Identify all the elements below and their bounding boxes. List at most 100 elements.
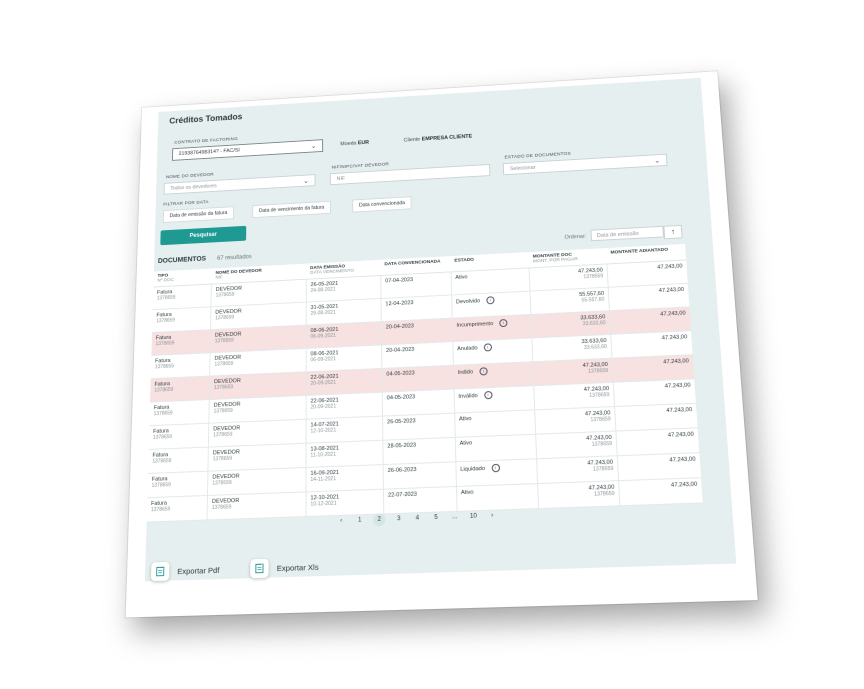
order-select[interactable]: Data de emissão (590, 225, 665, 242)
due-value: 12-10-2021 (310, 427, 337, 435)
adv-value: 47.243,00 (670, 481, 698, 489)
pending-value: 1378659 (589, 392, 610, 399)
cell-emit: 14-07-2021 12-10-2021 (306, 416, 383, 444)
debtor-label: NOME DO DEVEDOR (165, 172, 214, 181)
adv-value: 47.243,00 (658, 286, 685, 295)
chevron-right-icon[interactable]: › (487, 513, 498, 520)
chevron-left-icon[interactable]: ‹ (336, 518, 346, 525)
info-icon[interactable]: i (486, 296, 495, 305)
cell-amount: 33.633,60 33.633,60 (532, 334, 613, 362)
chevron-down-icon: ⌄ (303, 177, 309, 185)
state-value: Anulado (457, 345, 478, 353)
chip-conventioned-date[interactable]: Data convencionada (352, 196, 412, 213)
page-3[interactable]: 3 (394, 516, 404, 523)
state-value: Ativo (459, 440, 473, 447)
cell-type: Fatura 1378659 (151, 329, 211, 356)
pending-value: 33.633,60 (583, 343, 608, 351)
doc-value: 1378659 (155, 340, 175, 348)
cell-amount: 47.243,00 1378659 (537, 480, 621, 509)
page-title: Créditos Tomados (169, 111, 243, 126)
cell-state: Ativo (456, 483, 539, 512)
documents-count: 67 resultados (217, 254, 252, 262)
doc-value: 1378659 (156, 294, 176, 302)
conv-value: 20-04-2023 (386, 346, 415, 354)
chip-emission-date[interactable]: Data de emissão da fatura (162, 206, 235, 224)
adv-value: 47.243,00 (669, 456, 696, 464)
cell-conv: 20-04-2023 (381, 318, 453, 345)
due-value: 14-11-2021 (310, 476, 337, 484)
state-value: Indido (457, 369, 474, 376)
cell-adv: 47.243,00 (616, 427, 700, 456)
page-ellipsis: ... (451, 513, 458, 521)
cell-emit: 12-10-2021 10-12-2021 (305, 489, 384, 517)
currency-info: Moeda EUR (340, 140, 369, 147)
doc-value: 1378659 (150, 506, 171, 514)
info-icon[interactable]: i (483, 343, 492, 352)
client-label: Cliente (403, 136, 421, 144)
client-info: Cliente EMPRESA CLIENTE (404, 134, 473, 144)
due-value: 10-12-2021 (310, 500, 337, 508)
credits-panel: Créditos Tomados CONTRATO DE FACTORING 2… (144, 77, 737, 582)
cell-emit: 08-06-2021 06-09-2021 (306, 344, 382, 372)
export-pdf-button[interactable]: Exportar Pdf (150, 560, 220, 582)
page-1[interactable]: 1 (355, 517, 365, 524)
currency-value: EUR (357, 140, 370, 147)
cell-conv: 26-06-2023 (383, 461, 457, 490)
info-icon[interactable]: i (491, 463, 500, 473)
state-value: Incumprimento (456, 321, 494, 329)
conv-value: 07-04-2023 (385, 277, 414, 285)
cell-conv: 22-07-2023 (383, 486, 457, 514)
page-4[interactable]: 4 (412, 515, 422, 522)
cell-type: Fatura 1378659 (149, 399, 210, 426)
conv-value: 04-05-2023 (386, 370, 415, 378)
cell-adv: 47.243,00 (610, 330, 693, 359)
pending-value: 33.633,60 (582, 320, 606, 328)
cell-type: Fatura 1378659 (147, 471, 209, 498)
conv-value: 28-05-2023 (387, 442, 417, 450)
cell-debtor: DEVEDOR 1378659 (208, 443, 307, 472)
xls-document-icon (250, 558, 269, 579)
contract-value: 2193876498314? - FAC/SI (178, 147, 240, 157)
pending-value: 1378659 (593, 490, 615, 498)
conv-value: 04-05-2023 (386, 394, 416, 402)
conv-value: 26-06-2023 (387, 466, 417, 475)
state-value: Ativo (460, 489, 474, 497)
currency-label: Moeda (340, 140, 357, 148)
doc-value: 1378659 (156, 317, 176, 325)
chip-due-date[interactable]: Data de vencimento da fatura (252, 200, 332, 219)
info-icon[interactable]: i (499, 318, 508, 328)
adv-value: 47.243,00 (663, 358, 690, 366)
arrow-up-icon[interactable]: ↑ (663, 224, 683, 240)
cell-emit: 22-06-2021 20-09-2021 (306, 392, 383, 420)
adv-value: 47.243,00 (667, 431, 695, 439)
page-10[interactable]: 10 (468, 513, 479, 520)
page-5[interactable]: 5 (431, 515, 442, 522)
chevron-down-icon: ⌄ (310, 143, 317, 150)
cell-amount: 47.243,00 1378659 (536, 455, 619, 484)
cell-conv: 26-05-2023 (382, 413, 455, 441)
pending-value: 1378659 (590, 416, 611, 424)
pending-value: 1378659 (591, 440, 613, 448)
cell-state: Indido i (453, 361, 534, 390)
cell-type: Fatura 1378659 (152, 306, 212, 333)
info-icon[interactable]: i (483, 390, 493, 400)
page-2-current[interactable]: 2 (372, 513, 386, 527)
cell-amount: 47.243,00 1378659 (532, 358, 614, 386)
info-icon[interactable]: i (479, 367, 488, 376)
cell-debtor: DEVEDOR 1378659 (207, 467, 306, 496)
cell-emit: 13-08-2021 11-10-2021 (305, 440, 384, 468)
pending-value: 55.557,60 (581, 296, 605, 304)
cell-adv: 47.243,00 (612, 354, 695, 383)
due-value: 11-10-2021 (310, 451, 336, 459)
state-value: Devolvido (455, 298, 481, 306)
cell-conv: 04-05-2023 (382, 389, 455, 417)
conv-value: 20-04-2023 (385, 323, 414, 331)
cell-type: Fatura 1378659 (148, 447, 209, 474)
device-screen: Créditos Tomados CONTRATO DE FACTORING 2… (125, 71, 758, 618)
export-xls-button[interactable]: Exportar Xls (250, 557, 319, 579)
pending-value: 1378659 (583, 273, 604, 281)
cell-emit: 08-06-2021 06-09-2021 (306, 321, 382, 349)
adv-value: 47.243,00 (657, 263, 683, 271)
cell-type: Fatura 1378659 (150, 376, 210, 403)
search-button[interactable]: Pesquisar (160, 225, 247, 246)
